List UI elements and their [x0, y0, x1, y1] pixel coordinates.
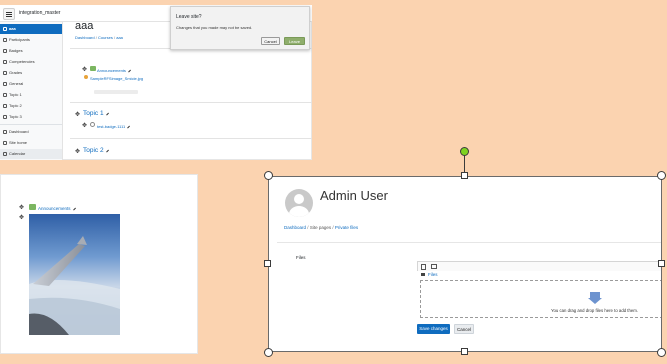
resize-handle-top-left[interactable]	[264, 171, 273, 180]
resize-handle-top[interactable]	[461, 172, 468, 179]
divider	[277, 242, 661, 243]
breadcrumb: Dashboard / Site pages / Private files	[284, 225, 358, 230]
users-icon	[3, 38, 7, 42]
sidebar-divider	[0, 124, 62, 125]
files-folder-link[interactable]: Files	[428, 272, 438, 277]
edit-icon[interactable]	[103, 147, 109, 153]
cap-icon	[3, 27, 7, 31]
cancel-button[interactable]: Cancel	[454, 324, 474, 334]
course-sidebar: aaa Participants Badges Competencies Gra…	[0, 22, 63, 160]
breadcrumb-separator: /	[95, 35, 97, 40]
breadcrumb-private-files[interactable]: Private files	[335, 225, 358, 230]
check-icon	[3, 60, 7, 64]
site-name[interactable]: integration_master	[19, 10, 60, 16]
resize-handle-bottom-left[interactable]	[264, 348, 273, 357]
sidebar-item-site-home[interactable]: Site home	[0, 138, 62, 148]
announcements-link[interactable]: Announcements	[38, 205, 76, 211]
move-icon[interactable]: ✥	[19, 205, 24, 211]
forum-icon	[29, 204, 36, 210]
file-icon	[84, 75, 88, 79]
breadcrumb-separator: /	[307, 225, 309, 230]
sidebar-item-grades[interactable]: Grades	[0, 68, 62, 78]
resize-handle-right[interactable]	[658, 260, 665, 267]
course-title: aaa	[75, 20, 94, 32]
topic-1-title[interactable]: Topic 1	[83, 110, 109, 117]
home-icon	[3, 141, 7, 145]
folder-icon	[3, 115, 7, 119]
move-icon[interactable]: ✥	[82, 123, 87, 129]
edit-icon[interactable]	[125, 123, 131, 129]
dialog-message: Changes that you made may not be saved.	[176, 25, 253, 30]
breadcrumb-separator: /	[332, 225, 334, 230]
rotate-handle[interactable]	[460, 147, 469, 156]
wing-photo	[29, 214, 120, 335]
profile-name: Admin User	[320, 188, 388, 203]
dialog-title: Leave site?	[176, 14, 202, 20]
resize-handle-bottom[interactable]	[461, 348, 468, 355]
dashboard-icon	[3, 130, 7, 134]
breadcrumb-dashboard[interactable]: Dashboard	[75, 35, 95, 40]
badge-icon	[3, 49, 7, 53]
folder-icon	[3, 93, 7, 97]
drop-zone[interactable]: You can drag and drop files here to add …	[420, 280, 661, 318]
edit-icon[interactable]	[70, 205, 76, 211]
file-link[interactable]: SampleRFSimage_Smicie.jpg	[90, 76, 143, 81]
breadcrumb: Dashboard / Courses / aaa	[75, 35, 123, 40]
preview-panel: ✥ Announcements ✥	[0, 174, 198, 354]
leave-site-dialog: Leave site? Changes that you made may no…	[170, 6, 310, 50]
folder-icon	[421, 273, 425, 276]
airplane-wing-image	[29, 214, 120, 335]
move-icon[interactable]: ✥	[82, 67, 87, 73]
edit-icon[interactable]	[125, 67, 131, 73]
breadcrumb-site-pages: Site pages	[309, 225, 332, 230]
private-files-page: Admin User Dashboard / Site pages / Priv…	[268, 176, 662, 352]
move-icon[interactable]: ✥	[75, 149, 80, 155]
topic-2-title[interactable]: Topic 2	[83, 147, 109, 154]
badge-link[interactable]: test-badge-1111	[97, 123, 131, 129]
sidebar-item-calendar[interactable]: Calendar	[0, 149, 62, 159]
sidebar-item-topic-3[interactable]: Topic 3	[0, 112, 62, 122]
calendar-icon	[3, 152, 7, 156]
sidebar-item-participants[interactable]: Participants	[0, 35, 62, 45]
badge-icon	[90, 122, 95, 127]
sidebar-item-course[interactable]: aaa	[0, 24, 62, 34]
breadcrumb-course[interactable]: aaa	[116, 35, 123, 40]
drop-arrow-head	[588, 298, 602, 304]
announcements-link[interactable]: Announcements	[97, 67, 131, 73]
files-label: Files	[296, 255, 306, 260]
add-file-icon[interactable]	[421, 264, 426, 270]
drop-hint: You can drag and drop files here to add …	[551, 308, 639, 313]
resize-handle-bottom-right[interactable]	[657, 348, 666, 357]
sidebar-item-topic-2[interactable]: Topic 2	[0, 101, 62, 111]
breadcrumb-separator: /	[113, 35, 116, 40]
sidebar-item-dashboard[interactable]: Dashboard	[0, 127, 62, 137]
forum-icon	[90, 66, 96, 71]
folder-icon	[3, 82, 7, 86]
menu-icon[interactable]	[3, 8, 15, 20]
breadcrumb-courses[interactable]: Courses	[98, 35, 113, 40]
create-folder-icon[interactable]	[431, 264, 437, 269]
placeholder-bar	[94, 90, 138, 94]
folder-icon	[3, 104, 7, 108]
table-icon	[3, 71, 7, 75]
avatar[interactable]	[285, 189, 313, 217]
cancel-button[interactable]: Cancel	[261, 37, 280, 45]
divider	[70, 102, 312, 103]
move-icon[interactable]: ✥	[75, 112, 80, 118]
leave-button[interactable]: Leave	[284, 37, 305, 45]
sidebar-item-topic-1[interactable]: Topic 1	[0, 90, 62, 100]
sidebar-item-competencies[interactable]: Competencies	[0, 57, 62, 67]
resize-handle-top-right[interactable]	[657, 171, 666, 180]
breadcrumb-dashboard[interactable]: Dashboard	[284, 225, 306, 230]
filemanager-toolbar	[417, 261, 661, 271]
sidebar-item-general[interactable]: General	[0, 79, 62, 89]
course-page-panel: integration_master aaa Participants Badg…	[0, 5, 312, 160]
divider	[70, 138, 312, 139]
save-changes-button[interactable]: Save changes	[417, 324, 450, 334]
resize-handle-left[interactable]	[264, 260, 271, 267]
edit-icon[interactable]	[103, 110, 109, 116]
sidebar-item-badges[interactable]: Badges	[0, 46, 62, 56]
move-icon[interactable]: ✥	[19, 215, 24, 221]
